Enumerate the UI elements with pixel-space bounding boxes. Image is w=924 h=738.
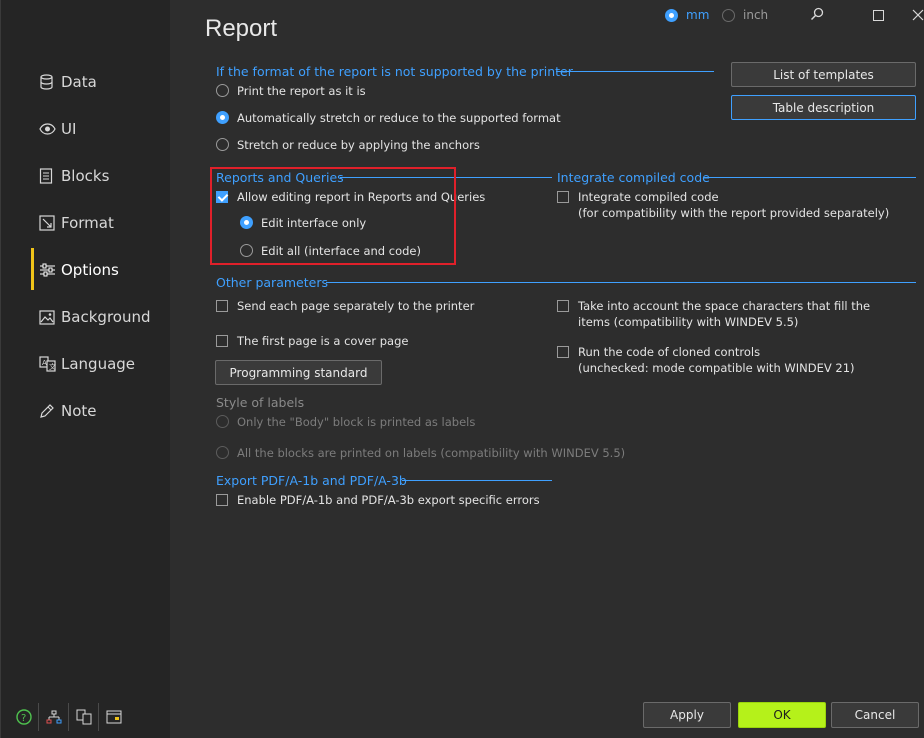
pdf-errors-checkbox[interactable] xyxy=(216,494,228,506)
pdf-errors-label: Enable PDF/A-1b and PDF/A-3b export spec… xyxy=(237,493,540,507)
option-label: Stretch or reduce by applying the anchor… xyxy=(237,138,480,152)
ok-button[interactable]: OK xyxy=(738,702,826,728)
search-icon[interactable] xyxy=(810,7,824,24)
pencil-icon xyxy=(39,403,59,419)
sidebar-item-format[interactable]: Format xyxy=(39,208,114,238)
sidebar-item-label: Format xyxy=(61,214,114,232)
cloned-controls-row[interactable]: Run the code of cloned controls (uncheck… xyxy=(557,344,855,376)
sidebar: Data UI Blocks Format Options Background… xyxy=(0,0,170,738)
sidebar-item-language[interactable]: A文 Language xyxy=(39,349,135,379)
format-icon xyxy=(39,215,59,231)
svg-text:A: A xyxy=(42,359,47,367)
unit-mm-label: mm xyxy=(686,8,710,22)
send-each-page-checkbox[interactable] xyxy=(216,300,228,312)
sidebar-item-options[interactable]: Options xyxy=(39,255,119,285)
database-icon xyxy=(39,74,59,90)
language-icon: A文 xyxy=(39,356,59,372)
hierarchy-icon[interactable] xyxy=(39,703,69,731)
svg-text:文: 文 xyxy=(49,362,56,371)
all-blocks-label: All the blocks are printed on labels (co… xyxy=(237,446,626,460)
integrate-checkbox[interactable] xyxy=(557,191,569,203)
option-label: Print the report as it is xyxy=(237,84,366,98)
eye-icon xyxy=(39,123,59,135)
group-divider xyxy=(704,177,916,178)
pdf-title: Export PDF/A-1b and PDF/A-3b xyxy=(216,473,407,488)
radio-anchors[interactable] xyxy=(216,138,229,151)
integrate-label: Integrate compiled code xyxy=(578,190,719,204)
radio-print-as-is[interactable] xyxy=(216,84,229,97)
option-label: Automatically stretch or reduce to the s… xyxy=(237,111,561,125)
cloned-controls-sublabel: (unchecked: mode compatible with WINDEV … xyxy=(578,361,855,375)
other-parameters-title: Other parameters xyxy=(216,275,328,290)
svg-text:?: ? xyxy=(21,713,26,724)
highlight-box xyxy=(210,167,456,265)
integrate-sublabel: (for compatibility with the report provi… xyxy=(578,206,890,220)
integrate-title: Integrate compiled code xyxy=(557,170,710,185)
sidebar-item-note[interactable]: Note xyxy=(39,396,97,426)
style-of-labels-title: Style of labels xyxy=(216,395,305,410)
apply-button[interactable]: Apply xyxy=(643,702,731,728)
pdf-errors-row[interactable]: Enable PDF/A-1b and PDF/A-3b export spec… xyxy=(216,492,540,508)
close-icon[interactable] xyxy=(912,9,924,24)
radio-mm[interactable] xyxy=(665,9,678,22)
sidebar-item-label: Language xyxy=(61,355,136,373)
blocks-icon xyxy=(39,168,59,184)
auto-stretch-option[interactable]: Automatically stretch or reduce to the s… xyxy=(216,110,561,126)
send-each-page-row[interactable]: Send each page separately to the printer xyxy=(216,298,474,314)
group-divider xyxy=(402,480,552,481)
group-divider xyxy=(556,71,714,72)
sidebar-item-data[interactable]: Data xyxy=(39,67,97,97)
format-group-title: If the format of the report is not suppo… xyxy=(216,64,573,79)
body-only-option: Only the "Body" block is printed as labe… xyxy=(216,414,475,430)
image-icon xyxy=(39,309,59,325)
send-each-page-label: Send each page separately to the printer xyxy=(237,299,475,313)
radio-all-blocks xyxy=(216,446,229,459)
cover-page-label: The first page is a cover page xyxy=(237,334,409,348)
sidebar-item-background[interactable]: Background xyxy=(39,302,151,332)
body-only-label: Only the "Body" block is printed as labe… xyxy=(237,415,476,429)
space-chars-label: Take into account the space characters t… xyxy=(578,299,871,313)
unit-mm-radio[interactable]: mm xyxy=(665,8,709,22)
sidebar-bottom-toolbar: ? xyxy=(9,703,129,731)
cloned-controls-label: Run the code of cloned controls xyxy=(578,345,761,359)
sidebar-item-blocks[interactable]: Blocks xyxy=(39,161,109,191)
page-title: Report xyxy=(205,15,278,42)
all-blocks-option: All the blocks are printed on labels (co… xyxy=(216,445,625,461)
active-indicator xyxy=(31,248,34,290)
radio-body-only xyxy=(216,415,229,428)
sidebar-item-label: Options xyxy=(61,261,119,279)
sidebar-item-ui[interactable]: UI xyxy=(39,114,76,144)
sidebar-item-label: Note xyxy=(61,402,97,420)
sidebar-item-label: Blocks xyxy=(61,167,110,185)
cloned-controls-checkbox[interactable] xyxy=(557,346,569,358)
radio-inch[interactable] xyxy=(722,9,735,22)
space-chars-sublabel: items (compatibility with WINDEV 5.5) xyxy=(578,315,799,329)
cover-page-checkbox[interactable] xyxy=(216,335,228,347)
sidebar-item-label: UI xyxy=(61,120,77,138)
sidebar-item-label: Background xyxy=(61,308,151,326)
programming-standard-button[interactable]: Programming standard xyxy=(215,360,382,385)
list-of-templates-button[interactable]: List of templates xyxy=(731,62,916,87)
space-chars-checkbox[interactable] xyxy=(557,300,569,312)
maximize-icon[interactable] xyxy=(873,10,884,24)
window-icon[interactable] xyxy=(99,703,129,731)
sidebar-item-label: Data xyxy=(61,73,97,91)
table-description-button[interactable]: Table description xyxy=(731,95,916,120)
integrate-checkbox-row[interactable]: Integrate compiled code (for compatibili… xyxy=(557,189,889,221)
radio-auto-stretch[interactable] xyxy=(216,111,229,124)
cover-page-row[interactable]: The first page is a cover page xyxy=(216,333,408,349)
group-divider xyxy=(326,282,916,283)
unit-inch-label: inch xyxy=(743,8,769,22)
translate-icon[interactable] xyxy=(69,703,99,731)
cancel-button[interactable]: Cancel xyxy=(831,702,919,728)
unit-inch-radio[interactable]: inch xyxy=(722,8,768,22)
print-as-is-option[interactable]: Print the report as it is xyxy=(216,83,366,99)
options-icon xyxy=(39,263,59,277)
space-chars-row[interactable]: Take into account the space characters t… xyxy=(557,298,870,330)
help-icon[interactable]: ? xyxy=(9,703,39,731)
anchors-option[interactable]: Stretch or reduce by applying the anchor… xyxy=(216,137,480,153)
